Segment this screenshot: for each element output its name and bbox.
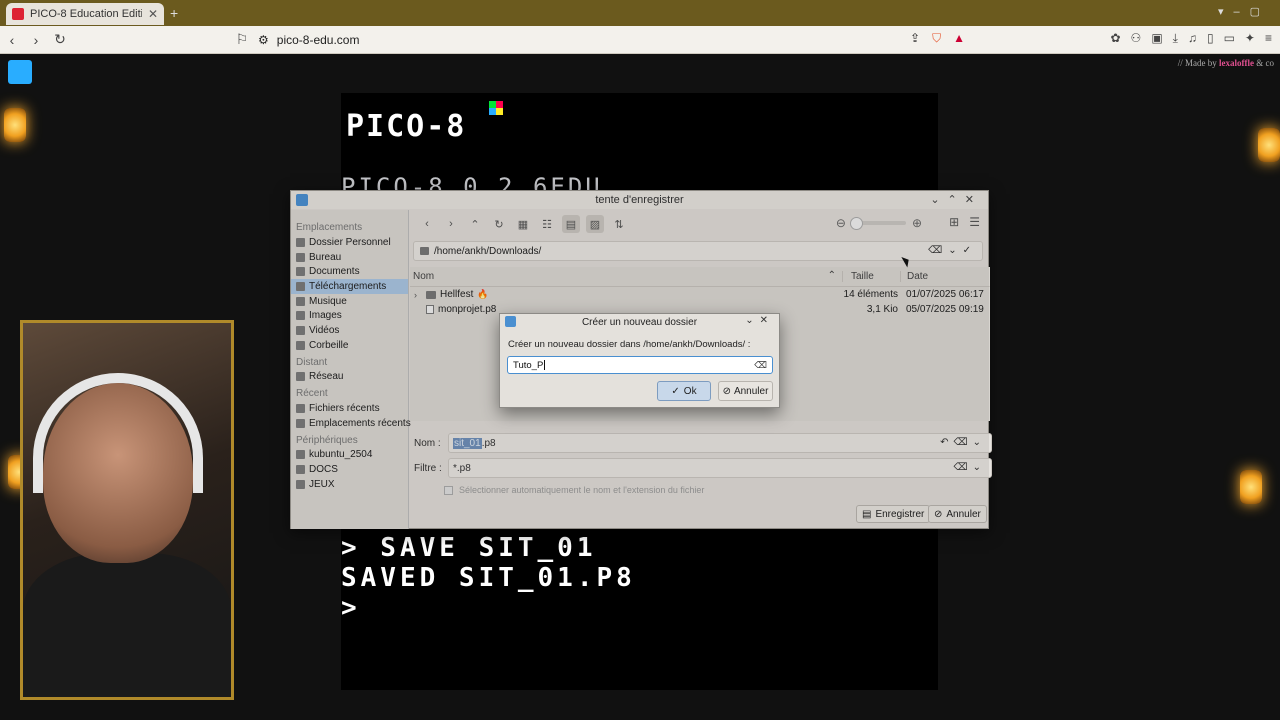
browser-tab[interactable]: PICO-8 Education Edition ✕ (6, 3, 164, 25)
address-bar[interactable]: ⚙ pico-8-edu.com (258, 30, 359, 50)
console-line: SAVED SIT_01.P8 (341, 563, 636, 593)
cancel-button[interactable]: ⊘ Annuler (718, 381, 773, 401)
download-icon[interactable]: ⤓ (1173, 31, 1178, 46)
url-text: pico-8-edu.com (276, 33, 360, 47)
brave-rewards-icon[interactable]: ▲ (953, 31, 965, 46)
site-settings-icon[interactable]: ⚙ (258, 33, 269, 47)
pico8-bunny-icon[interactable] (8, 60, 32, 84)
extension-icon[interactable]: ✿ (1110, 31, 1120, 46)
modal-title: Créer un nouveau dossier (581, 317, 698, 328)
back-icon[interactable]: ‹ (0, 32, 24, 48)
screenshot-icon[interactable]: ▣ (1151, 31, 1162, 46)
kde-app-icon (505, 316, 516, 327)
check-icon: ✓ (671, 385, 680, 397)
console-prompt: > (341, 593, 361, 623)
leo-ai-icon[interactable]: ✦ (1245, 31, 1255, 46)
webcam-person-shirt (23, 553, 231, 697)
pico8-favicon-icon (12, 8, 24, 20)
lantern-decoration (4, 108, 26, 142)
clear-input-icon[interactable]: ⌫ (754, 360, 767, 371)
webcam-overlay (20, 320, 234, 700)
close-tab-icon[interactable]: ✕ (148, 7, 158, 21)
tab-title: PICO-8 Education Edition (30, 8, 142, 20)
console-line: > SAVE SIT_01 (341, 533, 597, 563)
webcam-headset (33, 373, 203, 493)
ok-button[interactable]: ✓ Ok (657, 381, 711, 401)
media-icon[interactable]: ♫ (1188, 31, 1197, 46)
text-caret (544, 360, 546, 370)
reload-icon[interactable]: ↻ (48, 31, 72, 48)
sidebar-icon[interactable]: ▯ (1207, 31, 1214, 46)
wallet-icon[interactable]: ▭ (1224, 31, 1235, 46)
menu-icon[interactable]: ≡ (1265, 31, 1272, 46)
browser-nav-bar: ‹ › ↻ ⚐ ⚙ pico-8-edu.com ⇪ ⛉ ▲ ✿ ⚇ ▣ ⤓ ♫… (0, 26, 1280, 54)
browser-tab-bar: PICO-8 Education Edition ✕ + ▾–▢ (0, 0, 1280, 26)
brave-shield-icon[interactable]: ⛉ (932, 31, 941, 46)
pico8-logo-star-icon (489, 101, 503, 115)
new-tab-icon[interactable]: + (170, 5, 178, 21)
new-folder-dialog: Créer un nouveau dossier ⌄✕ Créer un nou… (499, 313, 780, 408)
modal-prompt: Créer un nouveau dossier dans /home/ankh… (508, 339, 751, 350)
extensions-puzzle-icon[interactable]: ⚇ (1131, 31, 1142, 46)
made-by-credit: // Made by lexaloffle & co (1177, 58, 1274, 68)
folder-name-input[interactable]: Tuto_P ⌫ (507, 356, 773, 374)
lantern-decoration (1258, 128, 1280, 162)
cancel-icon: ⊘ (722, 385, 731, 397)
author-link[interactable]: lexaloffle (1219, 58, 1254, 68)
bookmark-icon[interactable]: ⚐ (230, 31, 254, 48)
window-controls[interactable]: ▾–▢ (1218, 5, 1270, 18)
modal-window-controls[interactable]: ⌄✕ (745, 315, 774, 326)
modal-title-bar: Créer un nouveau dossier ⌄✕ (500, 314, 779, 330)
forward-icon[interactable]: › (24, 32, 48, 48)
share-icon[interactable]: ⇪ (910, 31, 920, 46)
pico8-logo: PICO-8 (346, 109, 467, 144)
lantern-decoration (1240, 470, 1262, 504)
